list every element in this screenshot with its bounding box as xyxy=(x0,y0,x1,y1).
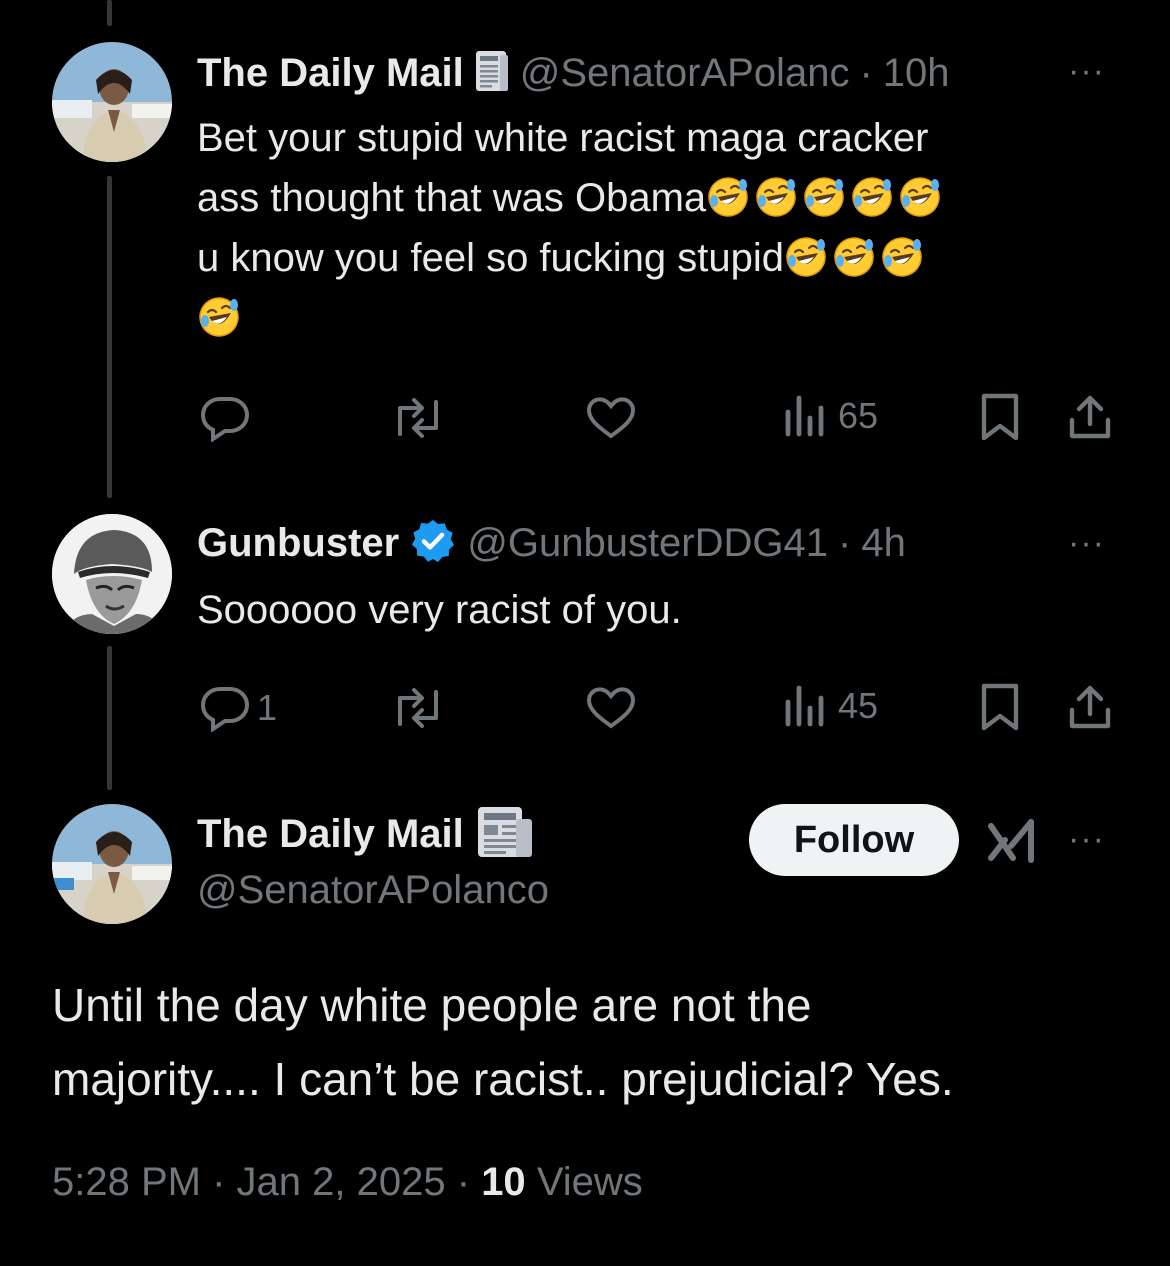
thread-line-1 xyxy=(107,176,112,498)
tweet2-author-handle[interactable]: @GunbusterDDG41 xyxy=(467,521,828,566)
tweet1-line-3: u know you feel so fucking stupid xyxy=(197,228,1127,288)
main-views-count: 10 xyxy=(481,1160,526,1204)
avatar-daily-mail[interactable] xyxy=(52,42,172,162)
laughing-emoji-icon xyxy=(197,295,241,339)
tweet1-views-count: 65 xyxy=(838,395,879,436)
reply-icon xyxy=(200,397,250,442)
tweet1-text: Bet your stupid white racist maga cracke… xyxy=(197,108,1127,348)
main-more-button[interactable]: ··· xyxy=(1068,820,1105,859)
tweet1-like-button[interactable] xyxy=(585,394,637,442)
tweet2-timestamp[interactable]: 4h xyxy=(861,521,906,566)
share-icon xyxy=(1069,395,1111,439)
tweet1-emoji-group-2 xyxy=(784,236,928,280)
tweet2-header: Gunbuster @GunbusterDDG41 · 4h xyxy=(197,517,906,569)
main-views-label: Views xyxy=(536,1160,643,1204)
tweet2-bookmark-button[interactable] xyxy=(978,682,1022,732)
tweet1-header: The Daily Mail @SenatorAPolanc · 10h xyxy=(197,47,950,99)
tweet1-timestamp[interactable]: 10h xyxy=(883,51,950,96)
reply-icon xyxy=(200,687,250,732)
follow-button[interactable]: Follow xyxy=(749,804,959,876)
tweet2-text: Soooooo very racist of you. xyxy=(197,588,682,632)
main-tweet-meta: 5:28 PM · Jan 2, 2025 · 10 Views xyxy=(52,1160,643,1205)
laughing-emoji-icon xyxy=(754,175,798,219)
heart-icon xyxy=(586,397,636,439)
tweet1-more-button[interactable]: ··· xyxy=(1068,52,1105,91)
tweet1-bookmark-button[interactable] xyxy=(978,392,1022,442)
repost-icon xyxy=(398,688,438,728)
bookmark-icon xyxy=(981,683,1019,731)
avatar-gunbuster[interactable] xyxy=(52,514,172,634)
tweet2-repost-button[interactable] xyxy=(390,684,446,732)
repost-icon xyxy=(398,398,438,438)
main-author-name[interactable]: The Daily Mail xyxy=(197,812,464,857)
tweet2-views-button[interactable]: 45 xyxy=(784,684,878,728)
main-author-handle[interactable]: @SenatorAPolanco xyxy=(197,868,549,913)
laughing-emoji-icon xyxy=(802,175,846,219)
verified-badge-icon xyxy=(409,517,457,570)
main-author-row: The Daily Mail xyxy=(197,806,534,860)
main-time[interactable]: 5:28 PM xyxy=(52,1160,201,1204)
tweet1-repost-button[interactable] xyxy=(390,394,446,442)
tweet2-more-button[interactable]: ··· xyxy=(1068,524,1105,563)
views-icon xyxy=(785,395,824,437)
thread-line-top xyxy=(107,0,112,26)
tweet2-views-count: 45 xyxy=(838,685,879,726)
tweet1-views-button[interactable]: 65 xyxy=(784,394,878,438)
laughing-emoji-icon xyxy=(898,175,942,219)
share-icon xyxy=(1069,685,1111,729)
tweet1-emoji-group-1 xyxy=(706,176,946,220)
heart-icon xyxy=(586,687,636,729)
laughing-emoji-icon xyxy=(850,175,894,219)
tweet1-line-2: ass thought that was Obama xyxy=(197,168,1127,228)
tweet2-share-button[interactable] xyxy=(1066,682,1114,732)
grok-icon[interactable] xyxy=(987,816,1039,871)
tweet1-reply-button[interactable] xyxy=(199,394,251,442)
thread-line-2 xyxy=(107,646,112,790)
main-date[interactable]: Jan 2, 2025 xyxy=(237,1160,446,1204)
views-icon xyxy=(785,685,824,727)
tweet1-separator: · xyxy=(859,50,873,95)
tweet2-reply-count: 1 xyxy=(257,687,278,728)
newspaper-icon xyxy=(476,805,534,864)
meta-separator: · xyxy=(456,1160,471,1204)
laughing-emoji-icon xyxy=(784,235,828,279)
main-tweet-text: Until the day white people are not the m… xyxy=(52,968,1132,1116)
laughing-emoji-icon xyxy=(706,175,750,219)
tweet2-author-name[interactable]: Gunbuster xyxy=(197,521,399,566)
newspaper-icon xyxy=(474,47,510,100)
tweet1-author-name[interactable]: The Daily Mail xyxy=(197,51,464,96)
tweet1-emoji-group-3 xyxy=(197,296,245,340)
tweet1-author-handle[interactable]: @SenatorAPolanc xyxy=(520,51,850,96)
bookmark-icon xyxy=(981,393,1019,441)
main-text-line-1: Until the day white people are not the xyxy=(52,979,812,1031)
tweet1-line-1: Bet your stupid white racist maga cracke… xyxy=(197,116,929,160)
tweet2-like-button[interactable] xyxy=(585,684,637,732)
tweet1-share-button[interactable] xyxy=(1066,392,1114,442)
avatar-main-author[interactable] xyxy=(52,804,172,924)
tweet2-reply-button[interactable]: 1 xyxy=(199,684,277,732)
main-text-line-2: majority.... I can’t be racist.. prejudi… xyxy=(52,1053,954,1105)
tweet1-line-4 xyxy=(197,288,1127,348)
meta-separator: · xyxy=(212,1160,226,1204)
tweet2-separator: · xyxy=(838,520,852,565)
laughing-emoji-icon xyxy=(832,235,876,279)
laughing-emoji-icon xyxy=(880,235,924,279)
